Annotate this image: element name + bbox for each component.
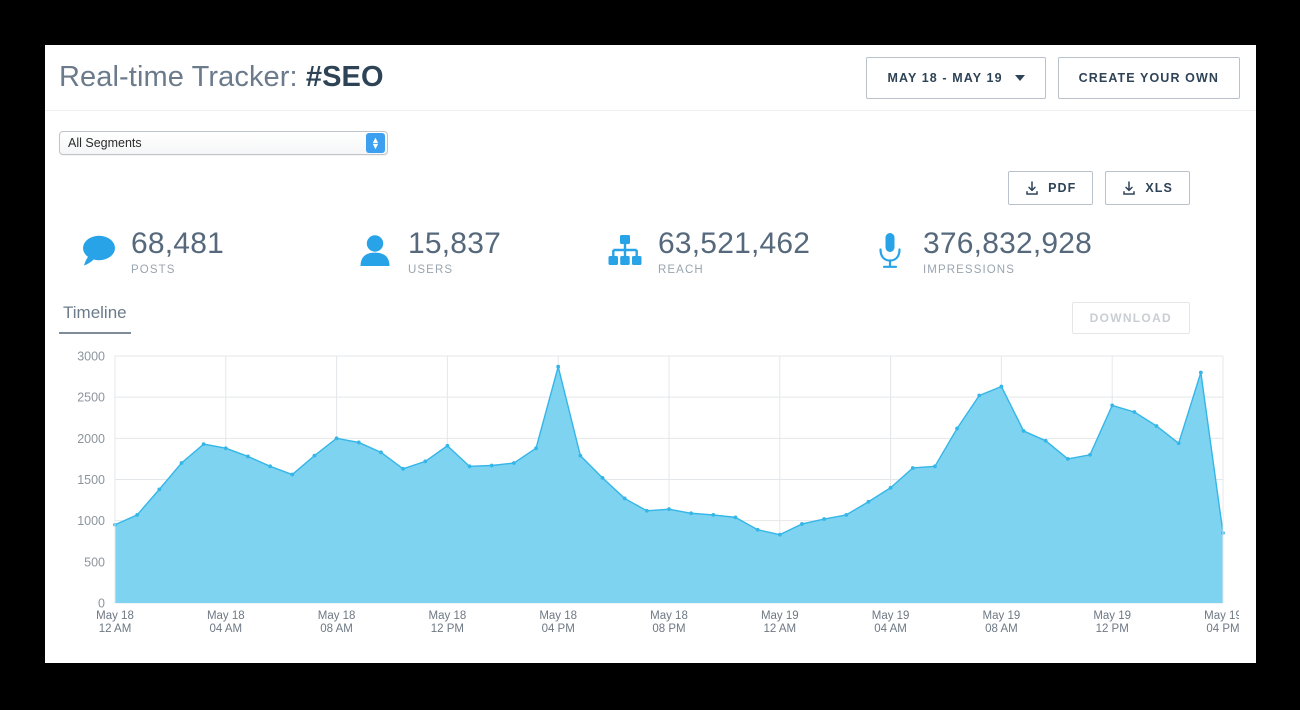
export-xls-label: XLS	[1145, 181, 1173, 195]
stat-reach-text: 63,521,462 REACH	[658, 227, 810, 276]
svg-text:May 19: May 19	[1204, 610, 1239, 622]
stat-impressions-text: 376,832,928 IMPRESSIONS	[923, 227, 1092, 276]
tab-timeline[interactable]: Timeline	[59, 303, 131, 334]
svg-text:May 18: May 18	[429, 610, 467, 622]
download-button[interactable]: DOWNLOAD	[1071, 302, 1190, 334]
svg-text:500: 500	[84, 555, 105, 569]
svg-text:1000: 1000	[77, 514, 105, 528]
stat-users: 15,837 USERS	[352, 227, 602, 276]
svg-text:08 AM: 08 AM	[320, 623, 353, 635]
create-your-own-label: CREATE YOUR OWN	[1078, 70, 1219, 85]
network-icon	[602, 227, 648, 275]
export-row: PDF XLS	[59, 171, 1242, 205]
download-icon	[1123, 180, 1136, 195]
download-icon	[1026, 180, 1038, 195]
svg-text:12 AM: 12 AM	[99, 623, 132, 635]
tracker-card: Real-time Tracker: #SEO MAY 18 - MAY 19 …	[45, 45, 1256, 663]
person-icon	[352, 227, 398, 275]
svg-text:12 PM: 12 PM	[431, 623, 464, 635]
svg-text:04 AM: 04 AM	[209, 623, 242, 635]
svg-text:3000: 3000	[77, 350, 105, 364]
page-title-hashtag: #SEO	[305, 61, 384, 93]
svg-text:May 18: May 18	[96, 610, 134, 622]
tab-row: Timeline DOWNLOAD	[59, 300, 1242, 336]
svg-text:May 18: May 18	[539, 610, 577, 622]
svg-text:May 19: May 19	[983, 610, 1021, 622]
svg-text:04 PM: 04 PM	[1206, 623, 1239, 635]
segment-select[interactable]: All Segments ▲ ▼	[59, 131, 388, 155]
header-actions: MAY 18 - MAY 19 CREATE YOUR OWN	[866, 56, 1240, 99]
svg-text:May 19: May 19	[1093, 610, 1131, 622]
stat-reach: 63,521,462 REACH	[602, 227, 867, 276]
stat-posts-label: POSTS	[131, 264, 176, 276]
svg-text:2500: 2500	[77, 391, 105, 405]
export-xls-button[interactable]: XLS	[1105, 171, 1190, 205]
export-pdf-label: PDF	[1048, 181, 1077, 195]
create-your-own-button[interactable]: CREATE YOUR OWN	[1057, 56, 1240, 99]
date-range-button[interactable]: MAY 18 - MAY 19	[866, 56, 1046, 99]
screen-root: Real-time Tracker: #SEO MAY 18 - MAY 19 …	[0, 0, 1300, 710]
stat-reach-value: 63,521,462	[658, 227, 811, 260]
page-title-prefix: Real-time Tracker:	[59, 61, 306, 93]
timeline-chart: 0 500 1000 1500 2000 2500 3000 May 18 12 AM May 1…	[59, 350, 1242, 650]
stat-reach-label: REACH	[658, 264, 704, 276]
segment-filter-row: All Segments ▲ ▼	[59, 111, 1242, 155]
stat-impressions-value: 376,832,928	[923, 227, 1093, 260]
svg-text:May 18: May 18	[207, 610, 245, 622]
card-header: Real-time Tracker: #SEO MAY 18 - MAY 19 …	[45, 45, 1256, 111]
tabs: Timeline	[59, 303, 131, 334]
svg-text:08 AM: 08 AM	[985, 623, 1018, 635]
stat-posts: 68,481 POSTS	[75, 227, 352, 276]
svg-text:May 18: May 18	[318, 610, 356, 622]
stat-impressions: 376,832,928 IMPRESSIONS	[867, 227, 1092, 276]
svg-text:08 PM: 08 PM	[652, 623, 685, 635]
stat-users-value: 15,837	[408, 227, 501, 260]
svg-text:04 PM: 04 PM	[542, 623, 575, 635]
card-body: All Segments ▲ ▼ PDF XLS 68,481 POSTS 15…	[45, 111, 1256, 650]
svg-text:12 AM: 12 AM	[763, 623, 796, 635]
svg-text:0: 0	[98, 597, 105, 611]
svg-text:04 AM: 04 AM	[874, 623, 907, 635]
stat-users-label: USERS	[408, 264, 454, 276]
select-stepper-icon[interactable]: ▲ ▼	[366, 133, 385, 153]
svg-text:May 18: May 18	[650, 610, 688, 622]
segment-select-value: All Segments	[68, 136, 142, 150]
date-range-label: MAY 18 - MAY 19	[887, 70, 1003, 85]
chevron-down-icon	[1014, 74, 1025, 81]
page-title: Real-time Tracker: #SEO	[59, 61, 384, 94]
speech-bubble-icon	[75, 227, 121, 275]
microphone-icon	[867, 227, 913, 275]
svg-text:May 19: May 19	[761, 610, 799, 622]
svg-text:2000: 2000	[77, 432, 105, 446]
svg-text:1500: 1500	[77, 473, 105, 487]
stat-posts-value: 68,481	[131, 227, 224, 260]
stepper-down-arrow: ▼	[371, 141, 380, 151]
timeline-area-chart: 050010001500200025003000May 1812 AMMay 1…	[77, 350, 1239, 635]
export-pdf-button[interactable]: PDF	[1008, 171, 1094, 205]
svg-text:May 19: May 19	[872, 610, 910, 622]
svg-text:12 PM: 12 PM	[1096, 623, 1129, 635]
stats-row: 68,481 POSTS 15,837 USERS 63,521,462 REA…	[59, 227, 1242, 276]
stat-users-text: 15,837 USERS	[408, 227, 501, 276]
stat-impressions-label: IMPRESSIONS	[923, 264, 1015, 276]
stat-posts-text: 68,481 POSTS	[131, 227, 224, 276]
